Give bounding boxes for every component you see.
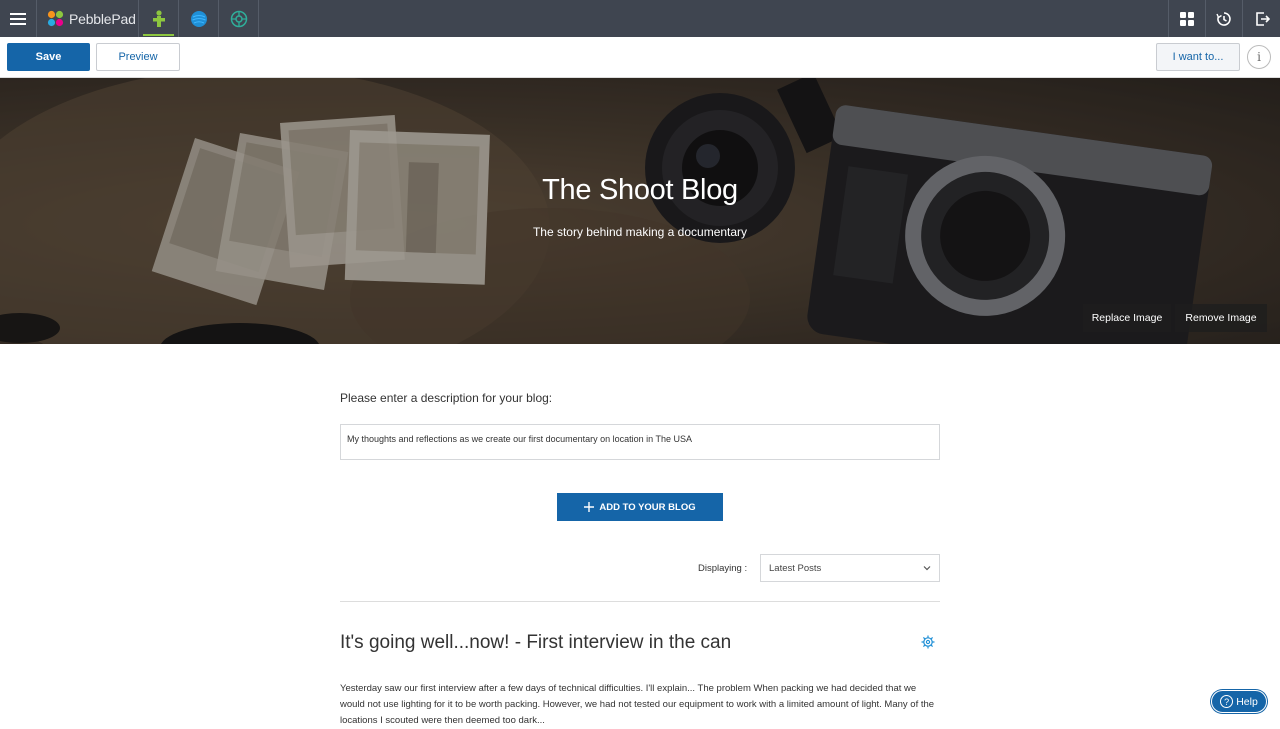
blog-subtitle[interactable]: The story behind making a documentary [0,225,1280,239]
pebblepad-logo[interactable]: PebblePad [37,0,139,37]
history-icon[interactable] [1206,0,1243,37]
remove-image-button[interactable]: Remove Image [1175,304,1267,332]
description-label: Please enter a description for your blog… [340,391,553,405]
logout-icon[interactable] [1243,0,1280,37]
hero-banner: The Shoot Blog The story behind making a… [0,78,1280,344]
info-button[interactable]: i [1247,45,1271,69]
replace-image-button[interactable]: Replace Image [1083,304,1171,332]
brand-name: PebblePad [69,10,136,27]
plus-icon [584,502,595,512]
app-topbar: PebblePad [0,0,1280,37]
app-flourish-icon[interactable] [219,0,259,37]
help-icon: ? [1220,695,1234,708]
divider [340,601,940,602]
help-label: Help [1236,695,1258,708]
hamburger-menu-icon[interactable] [0,0,37,37]
post-title[interactable]: It's going well...now! - First interview… [340,632,731,654]
displaying-selected-value: Latest Posts [769,562,822,574]
topbar-spacer [259,0,1169,37]
apps-grid-icon[interactable] [1169,0,1206,37]
preview-button[interactable]: Preview [96,43,180,71]
chevron-down-icon [923,566,931,571]
editor-toolbar: Save Preview I want to... i [0,37,1280,78]
app-atlas-icon[interactable] [179,0,219,37]
app-create-icon[interactable] [139,0,179,37]
displaying-select[interactable]: Latest Posts [760,554,940,582]
i-want-to-button[interactable]: I want to... [1156,43,1240,71]
displaying-label: Displaying : [698,563,748,574]
gear-icon[interactable] [921,635,935,649]
save-button[interactable]: Save [7,43,90,71]
help-button[interactable]: ? Help [1211,690,1267,713]
add-to-blog-button[interactable]: ADD TO YOUR BLOG [557,493,723,521]
pebblepad-logo-icon [47,10,64,27]
blog-title[interactable]: The Shoot Blog [0,174,1280,207]
add-to-blog-label: ADD TO YOUR BLOG [599,501,696,513]
description-input[interactable]: My thoughts and reflections as we create… [340,424,940,460]
post-body: Yesterday saw our first interview after … [340,683,935,726]
